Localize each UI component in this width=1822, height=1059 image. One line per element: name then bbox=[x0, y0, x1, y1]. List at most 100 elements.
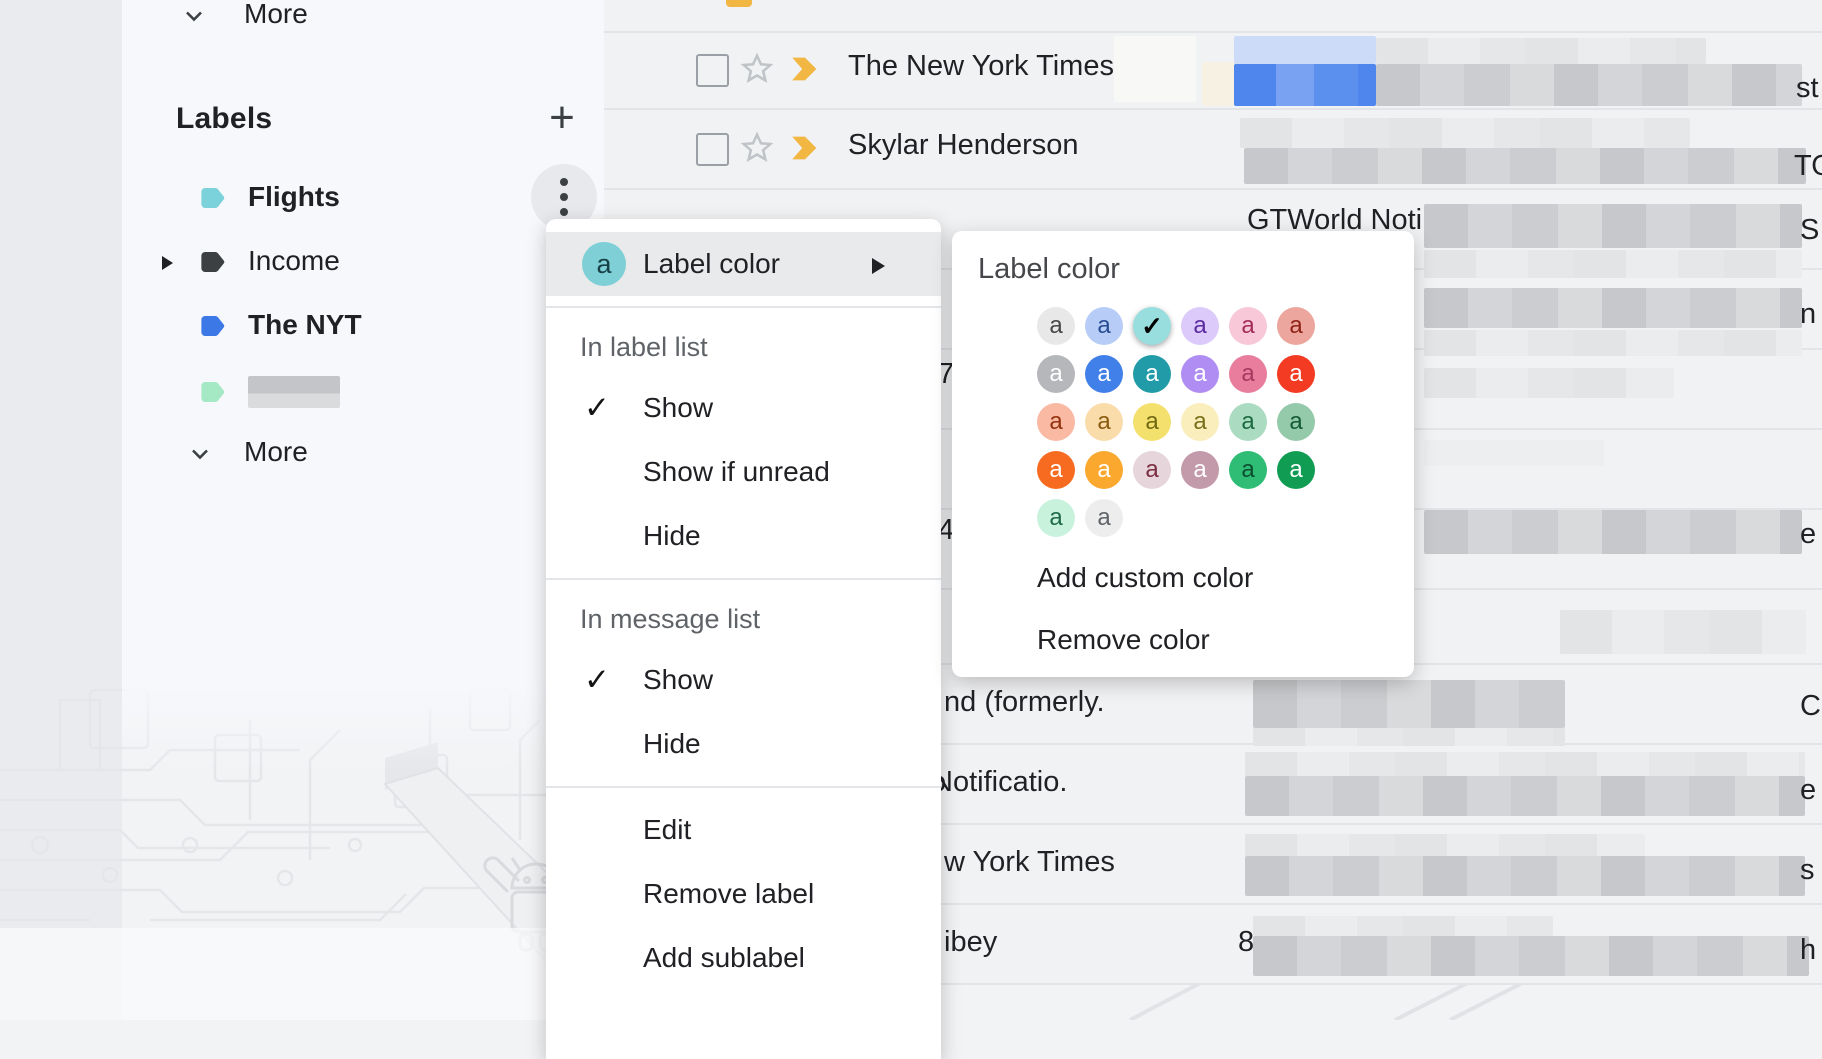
label-context-menu: a Label color In label list ✓ Show Show if … bbox=[546, 219, 941, 1059]
importance-marker-icon[interactable] bbox=[788, 133, 822, 163]
color-swatch[interactable]: a bbox=[1037, 355, 1075, 393]
menu-section-header: In label list bbox=[546, 318, 941, 376]
dot bbox=[560, 193, 568, 201]
page-background-lower bbox=[0, 928, 604, 1020]
color-swatch[interactable]: a bbox=[1181, 403, 1219, 441]
color-swatch[interactable]: a bbox=[1037, 499, 1075, 537]
color-swatch[interactable]: a bbox=[1181, 307, 1219, 345]
row-divider bbox=[604, 31, 1822, 33]
label-name: Flights bbox=[248, 181, 340, 213]
blurred-chip bbox=[1202, 62, 1236, 106]
blurred-subject bbox=[1234, 36, 1376, 64]
blurred-chip bbox=[1114, 36, 1196, 102]
select-checkbox[interactable] bbox=[696, 54, 729, 87]
expand-sublabels-icon[interactable] bbox=[162, 256, 173, 270]
menu-option-show-if-unread[interactable]: Show if unread bbox=[546, 440, 941, 504]
clipped-text-fragment: C bbox=[1800, 690, 1821, 723]
color-swatch[interactable]: a bbox=[1085, 355, 1123, 393]
sidebar-item-more-collapse[interactable]: More bbox=[244, 0, 308, 30]
blurred-subject bbox=[1245, 776, 1805, 816]
clipped-text-fragment: e bbox=[1800, 774, 1816, 807]
check-icon: ✓ bbox=[584, 648, 610, 712]
submenu-arrow-icon bbox=[872, 258, 885, 274]
color-swatch[interactable]: a bbox=[1229, 403, 1267, 441]
dot bbox=[560, 208, 568, 216]
color-swatch[interactable]: a bbox=[1229, 355, 1267, 393]
menu-option-show[interactable]: ✓Show bbox=[546, 376, 941, 440]
blurred-subject bbox=[1245, 752, 1805, 776]
chevron-down-icon[interactable] bbox=[180, 2, 208, 30]
star-icon[interactable] bbox=[738, 129, 776, 167]
color-swatch[interactable]: a bbox=[1037, 451, 1075, 489]
menu-divider bbox=[546, 306, 941, 308]
blurred-subject bbox=[1240, 118, 1690, 148]
menu-item-label-color[interactable]: a Label color bbox=[546, 232, 941, 296]
color-swatch-grid: aa✓aaaaaaaaaaaaaaaaaaaaaaa bbox=[1037, 307, 1315, 537]
blurred-subject bbox=[1424, 204, 1802, 248]
select-checkbox[interactable] bbox=[696, 133, 729, 166]
color-swatch[interactable]: a bbox=[1133, 403, 1171, 441]
color-swatch[interactable]: a bbox=[1133, 355, 1171, 393]
blurred-subject bbox=[1253, 728, 1565, 746]
color-swatch[interactable]: a bbox=[1181, 451, 1219, 489]
menu-option-hide[interactable]: Hide bbox=[546, 504, 941, 568]
color-swatch[interactable]: a bbox=[1277, 355, 1315, 393]
importance-marker-icon bbox=[726, 0, 752, 7]
color-swatch[interactable]: a bbox=[1037, 403, 1075, 441]
blurred-subject bbox=[1253, 936, 1809, 976]
menu-option-hide[interactable]: Hide bbox=[546, 712, 941, 776]
menu-option-label: Hide bbox=[643, 520, 701, 551]
row-divider bbox=[604, 108, 1822, 110]
clipped-text-fragment: h bbox=[1800, 934, 1816, 967]
row-divider bbox=[604, 188, 1822, 190]
star-icon[interactable] bbox=[738, 50, 776, 88]
sidebar-label-the-nyt[interactable]: The NYT bbox=[122, 294, 522, 358]
menu-action-remove-label[interactable]: Remove label bbox=[546, 862, 941, 926]
color-swatch[interactable]: a bbox=[1085, 451, 1123, 489]
label-name: The NYT bbox=[248, 309, 362, 341]
color-swatch-selected[interactable]: ✓ bbox=[1133, 307, 1171, 345]
color-swatch[interactable]: a bbox=[1085, 499, 1123, 537]
color-swatch[interactable]: a bbox=[1229, 307, 1267, 345]
label-color-swatch-icon: a bbox=[582, 242, 626, 286]
blurred-subject bbox=[1560, 610, 1806, 654]
color-swatch[interactable]: a bbox=[1277, 307, 1315, 345]
color-swatch[interactable]: a bbox=[1277, 403, 1315, 441]
color-swatch[interactable]: a bbox=[1085, 403, 1123, 441]
sender-name: Skylar Henderson bbox=[848, 129, 1079, 162]
chevron-down-icon[interactable] bbox=[186, 440, 214, 468]
blurred-subject bbox=[1424, 288, 1802, 328]
blurred-subject bbox=[1376, 38, 1706, 64]
sidebar-label-income[interactable]: Income bbox=[122, 230, 522, 294]
color-swatch[interactable]: a bbox=[1277, 451, 1315, 489]
menu-action-edit[interactable]: Edit bbox=[546, 798, 941, 862]
clipped-text-fragment: e bbox=[1800, 518, 1816, 551]
sender-name: The New York Times bbox=[848, 50, 1114, 83]
sidebar-label-redacted[interactable] bbox=[122, 360, 522, 424]
label-tag-icon bbox=[196, 311, 228, 341]
color-swatch[interactable]: a bbox=[1229, 451, 1267, 489]
blurred-subject bbox=[1234, 64, 1376, 106]
sender-name: Notificatio. bbox=[932, 766, 1067, 799]
menu-item-label: Label color bbox=[643, 248, 780, 279]
add-custom-color-button[interactable]: Add custom color bbox=[1037, 547, 1414, 609]
menu-action-add-sublabel[interactable]: Add sublabel bbox=[546, 926, 941, 990]
blurred-subject bbox=[1424, 440, 1604, 466]
create-label-button[interactable]: + bbox=[540, 96, 584, 140]
remove-color-button[interactable]: Remove color bbox=[1037, 609, 1414, 671]
blurred-subject bbox=[1244, 148, 1806, 184]
page-left-margin bbox=[0, 0, 122, 1020]
sidebar-item-more-labels[interactable]: More bbox=[244, 436, 308, 468]
sidebar-label-flights[interactable]: Flights bbox=[122, 166, 522, 230]
menu-option-show[interactable]: ✓ Show bbox=[546, 648, 941, 712]
blurred-subject bbox=[1424, 250, 1802, 278]
blurred-subject bbox=[1376, 64, 1802, 106]
color-swatch[interactable]: a bbox=[1085, 307, 1123, 345]
menu-option-label: Show bbox=[643, 664, 713, 695]
importance-marker-icon[interactable] bbox=[788, 54, 822, 84]
color-swatch[interactable]: a bbox=[1037, 307, 1075, 345]
menu-divider bbox=[546, 578, 941, 580]
color-swatch[interactable]: a bbox=[1133, 451, 1171, 489]
color-swatch[interactable]: a bbox=[1181, 355, 1219, 393]
label-tag-icon bbox=[196, 247, 228, 277]
